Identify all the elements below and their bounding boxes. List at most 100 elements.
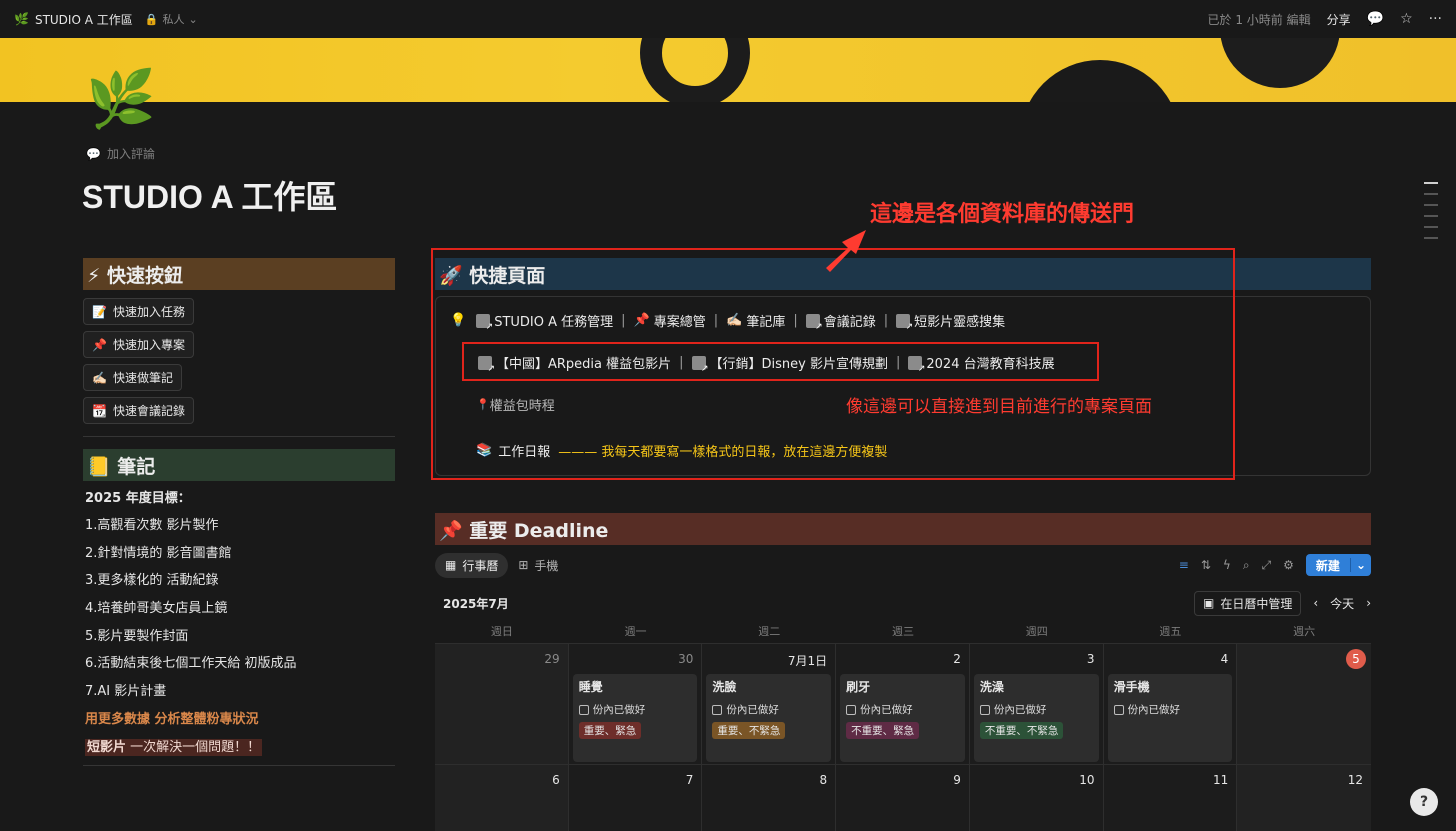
weekday: 週三 bbox=[891, 625, 914, 638]
checkbox[interactable] bbox=[846, 704, 857, 715]
toc-line[interactable] bbox=[1424, 193, 1438, 195]
tab-phone[interactable]: ⊞ 手機 bbox=[508, 553, 568, 578]
sort-icon[interactable]: ⇅ bbox=[1201, 558, 1211, 572]
cover-decoration bbox=[640, 38, 750, 102]
toc-line[interactable] bbox=[1424, 226, 1438, 228]
quick-add-project-button[interactable]: 📌 快速加入專案 bbox=[83, 331, 194, 358]
breadcrumb[interactable]: 🌿 STUDIO A 工作區 bbox=[14, 11, 133, 28]
calendar-day[interactable]: 2 刷牙 份內已做好 不重要、緊急 bbox=[836, 644, 970, 765]
tab-calendar[interactable]: ▦ 行事曆 bbox=[435, 552, 509, 578]
checkbox[interactable] bbox=[1113, 704, 1124, 715]
star-icon[interactable]: ☆ bbox=[1400, 11, 1413, 27]
breadcrumb-title[interactable]: STUDIO A 工作區 bbox=[35, 11, 133, 28]
priority-tag: 不重要、緊急 bbox=[846, 722, 920, 739]
button-label: 快速會議記錄 bbox=[112, 404, 185, 418]
checkbox[interactable] bbox=[578, 704, 589, 715]
today-button[interactable]: 今天 bbox=[1330, 595, 1354, 612]
quick-note-button[interactable]: ✍🏻 快速做筆記 bbox=[83, 364, 182, 391]
prev-icon[interactable]: ‹ bbox=[1313, 596, 1318, 610]
annotation-arrow-icon bbox=[826, 230, 866, 272]
event-card[interactable]: 刷牙 份內已做好 不重要、緊急 bbox=[840, 674, 965, 762]
event-card[interactable]: 洗臉 份內已做好 重要、不緊急 bbox=[706, 674, 832, 762]
calendar-day[interactable]: 12 bbox=[1237, 765, 1371, 831]
add-comment-button[interactable]: 💬 加入評論 bbox=[86, 145, 155, 162]
list-item[interactable]: 3.更多樣化的 活動紀錄 bbox=[85, 567, 395, 595]
calendar-day[interactable]: 29 bbox=[435, 644, 569, 765]
quick-meeting-button[interactable]: 📆 快速會議記錄 bbox=[83, 397, 194, 424]
weekday: 週五 bbox=[1159, 625, 1182, 638]
toc-line[interactable] bbox=[1424, 204, 1438, 206]
manage-calendar-button[interactable]: ▣ 在日曆中管理 bbox=[1194, 590, 1302, 616]
page-title[interactable]: STUDIO A 工作區 bbox=[82, 172, 337, 218]
calendar-day[interactable]: 7 bbox=[568, 765, 703, 831]
calendar-day[interactable]: 3 洗澡 份內已做好 不重要、不緊急 bbox=[969, 644, 1104, 765]
help-icon: ? bbox=[1419, 794, 1429, 810]
help-button[interactable]: ? bbox=[1410, 788, 1438, 816]
next-icon[interactable]: › bbox=[1366, 596, 1371, 610]
today-marker: 5 bbox=[1345, 649, 1366, 669]
annotation-portal: 這邊是各個資料庫的傳送門 bbox=[870, 202, 1135, 227]
weekday-header: 週日 週一 週二 週三 週四 週五 週六 bbox=[435, 623, 1371, 643]
event-card[interactable]: 洗澡 份內已做好 不重要、不緊急 bbox=[973, 674, 1099, 762]
highlight-tag: 短影片 一次解決一個問題！！ bbox=[85, 738, 263, 756]
calendar-day[interactable]: 9 bbox=[836, 765, 970, 831]
list-item[interactable]: 5.影片要製作封面 bbox=[85, 623, 395, 651]
event-card[interactable]: 睡覺 份內已做好 重要、緊急 bbox=[572, 674, 698, 762]
checkbox[interactable] bbox=[712, 704, 723, 715]
expand-icon[interactable]: ⤢ bbox=[1262, 558, 1272, 573]
chevron-down-icon[interactable]: ⌄ bbox=[1349, 558, 1371, 572]
checkbox-label: 份內已做好 bbox=[1127, 704, 1181, 716]
weekday: 週一 bbox=[624, 625, 647, 638]
list-item[interactable]: 短影片 一次解決一個問題！！ bbox=[85, 734, 395, 762]
comment-icon: 💬 bbox=[86, 146, 101, 161]
calendar-day[interactable]: 7月1日 洗臉 份內已做好 重要、不緊急 bbox=[702, 644, 837, 765]
goal-heading[interactable]: 2025 年度目標： bbox=[85, 487, 395, 506]
divider bbox=[83, 436, 395, 437]
checkbox[interactable] bbox=[979, 704, 990, 715]
page-icon[interactable]: 🌿 bbox=[86, 66, 156, 132]
button-label: 快速加入任務 bbox=[112, 305, 185, 319]
last-edited: 已於 1 小時前 編輯 bbox=[1207, 12, 1311, 27]
toc-line[interactable] bbox=[1424, 182, 1438, 184]
calendar-day[interactable]: 11 bbox=[1103, 765, 1238, 831]
quick-add-task-button[interactable]: 📝 快速加入任務 bbox=[83, 298, 194, 325]
privacy-menu[interactable]: 🔒 私人 ⌄ bbox=[145, 11, 198, 27]
add-comment-label: 加入評論 bbox=[106, 147, 155, 161]
list-item[interactable]: 2.針對情境的 影音圖書館 bbox=[85, 540, 395, 568]
calendar-day[interactable]: 6 bbox=[435, 765, 569, 831]
list-item[interactable]: 6.活動結束後七個工作天給 初版成品 bbox=[85, 650, 395, 678]
calendar-day-today[interactable]: 5 bbox=[1237, 644, 1371, 765]
event-card[interactable]: 滑手機 份內已做好 bbox=[1107, 674, 1233, 762]
list-item[interactable]: 4.培養帥哥美女店員上鏡 bbox=[85, 595, 395, 623]
share-button[interactable]: 分享 bbox=[1327, 11, 1351, 28]
checkbox-label: 份內已做好 bbox=[993, 704, 1047, 716]
highlight-line[interactable]: 用更多數據 分析整體粉專狀況 bbox=[85, 706, 395, 734]
annotation-box bbox=[462, 342, 1099, 381]
toc-line[interactable] bbox=[1424, 237, 1438, 239]
filter-icon[interactable]: ≡ bbox=[1179, 558, 1189, 572]
calendar-day[interactable]: 10 bbox=[969, 765, 1104, 831]
day-number: 4 bbox=[1220, 652, 1229, 666]
calendar-day[interactable]: 4 滑手機 份內已做好 bbox=[1103, 644, 1238, 765]
calendar-day[interactable]: 30 睡覺 份內已做好 重要、緊急 bbox=[568, 644, 703, 765]
calendar-day[interactable]: 8 bbox=[702, 765, 837, 831]
table-of-contents[interactable] bbox=[1424, 182, 1438, 248]
comment-icon[interactable]: 💬 bbox=[1367, 11, 1384, 27]
search-icon[interactable]: ⌕ bbox=[1243, 558, 1250, 573]
memo-icon: 📝 bbox=[92, 304, 107, 319]
workspace-icon: 🌿 bbox=[14, 12, 29, 26]
list-item[interactable]: 1.高觀看次數 影片製作 bbox=[85, 512, 395, 540]
button-label: 快速加入專案 bbox=[112, 338, 185, 352]
automation-icon[interactable]: ϟ bbox=[1223, 558, 1231, 572]
page-cover bbox=[0, 38, 1456, 102]
more-icon[interactable]: ··· bbox=[1429, 11, 1442, 27]
new-button[interactable]: 新建 ⌄ bbox=[1305, 554, 1371, 576]
list-item[interactable]: 7.AI 影片計畫 bbox=[85, 678, 395, 706]
quick-buttons-heading: ⚡ 快速按鈕 bbox=[83, 258, 395, 290]
tag-rest: 一次解決一個問題！！ bbox=[126, 739, 261, 755]
deadline-section: 📌 重要 Deadline ▦ 行事曆 ⊞ 手機 ≡ ⇅ ϟ ⌕ ⤢ ⚙ 新建 … bbox=[435, 513, 1371, 831]
settings-icon[interactable]: ⚙ bbox=[1283, 558, 1294, 572]
checkbox-label: 份內已做好 bbox=[860, 704, 913, 716]
toc-line[interactable] bbox=[1424, 215, 1438, 217]
checkbox-label: 份內已做好 bbox=[726, 704, 779, 716]
